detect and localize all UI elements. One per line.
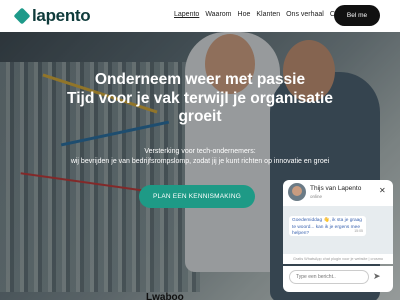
chat-message-time: 15:05 <box>354 228 363 233</box>
hero-subtitle-line: Versterking voor tech-ondernemers: <box>144 148 256 155</box>
logo-icon <box>13 7 31 25</box>
chat-plugin-note[interactable]: Gratis WhatsApp chat plugin voor je webs… <box>283 254 393 264</box>
agent-avatar <box>288 183 306 201</box>
agent-status: online <box>310 194 323 199</box>
nav-item-ons-verhaal[interactable]: Ons verhaal <box>285 11 325 18</box>
nav-item-lapento[interactable]: Lapento <box>173 11 200 18</box>
chat-message-input[interactable] <box>289 270 369 284</box>
chat-messages: Goedemiddag 👋, ik sta je graag te woord.… <box>283 206 393 254</box>
nav-item-waarom[interactable]: Waarom <box>204 11 232 18</box>
plan-meeting-button[interactable]: PLAN EEN KENNISMAKING <box>139 185 255 208</box>
hero-title: Onderneem weer met passie Tijd voor je v… <box>60 71 340 127</box>
hero-title-line: groeit <box>178 108 222 125</box>
chat-message: Goedemiddag 👋, ik sta je graag te woord.… <box>289 216 366 236</box>
page: lapento Lapento Waarom Hoe Klanten Ons v… <box>0 0 400 300</box>
send-icon[interactable]: ➤ <box>373 271 381 282</box>
chat-header: Thijs van Lapento online ✕ <box>283 180 393 206</box>
agent-name: Thijs van Lapento <box>310 185 362 192</box>
hero-subtitle-line: wij bevrijden je van bedrijfsrompslomp, … <box>70 158 330 165</box>
partner-logo-peek: Lwaboo <box>146 292 184 300</box>
chat-message-text: Goedemiddag 👋, ik sta je graag te woord.… <box>292 218 362 236</box>
nav-item-klanten[interactable]: Klanten <box>255 11 281 18</box>
header: lapento Lapento Waarom Hoe Klanten Ons v… <box>0 0 400 32</box>
chat-widget: Thijs van Lapento online ✕ Goedemiddag 👋… <box>283 180 393 292</box>
main-nav: Lapento Waarom Hoe Klanten Ons verhaal C… <box>173 11 355 18</box>
hero-subtitle: Versterking voor tech-ondernemers: wij b… <box>40 147 360 167</box>
hero-title-line: Tijd voor je vak terwijl je organisatie <box>67 89 333 107</box>
logo-text: lapento <box>32 6 91 25</box>
hero-title-line: Onderneem weer met passie <box>94 71 306 88</box>
call-button[interactable]: Bel me <box>334 5 380 26</box>
close-icon[interactable]: ✕ <box>379 186 386 195</box>
nav-item-hoe[interactable]: Hoe <box>237 11 252 18</box>
logo[interactable]: lapento <box>13 6 91 26</box>
chat-input-row: ➤ <box>283 266 393 292</box>
